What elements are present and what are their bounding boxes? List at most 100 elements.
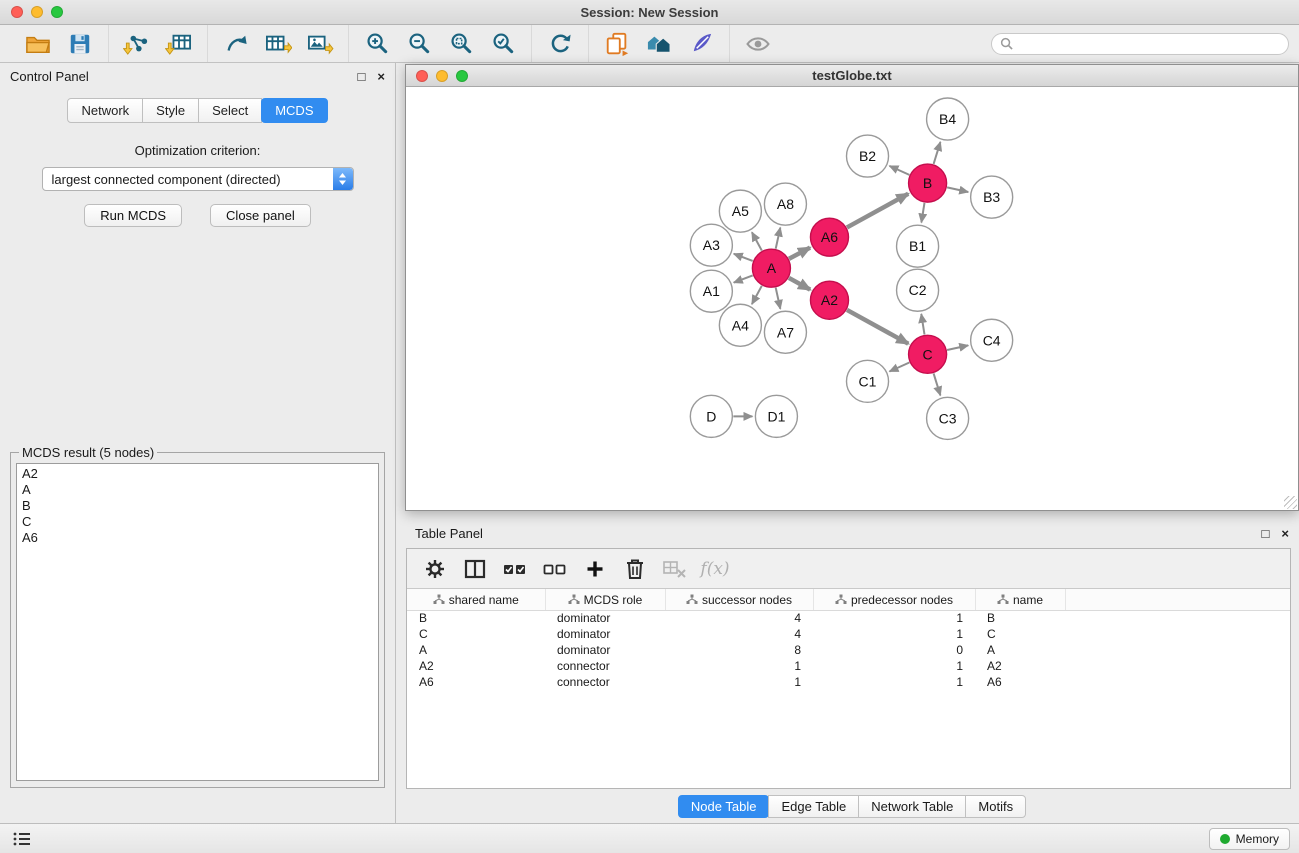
birds-eye-view-button[interactable] [737,28,779,60]
table-cell[interactable]: A6 [407,674,545,690]
mcds-result-item[interactable]: A6 [22,530,373,546]
table-cell[interactable]: dominator [545,626,665,642]
export-network-button[interactable] [215,28,257,60]
graph-node-A[interactable]: A [752,249,790,287]
column-header-MCDS-role[interactable]: MCDS role [545,589,665,610]
table-cell[interactable]: 8 [665,642,813,658]
table-cell[interactable]: C [407,626,545,642]
minimize-window-icon[interactable] [31,6,43,18]
network-canvas[interactable]: B4B2BB3A5A8A6A3B1AA1A2C2A4A7CC4C1C3DD1 [406,87,1298,510]
table-cell[interactable]: 4 [665,610,813,626]
graph-node-D[interactable]: D [690,395,732,437]
graph-edge-B-B3[interactable] [947,187,968,192]
close-network-window-icon[interactable] [416,70,428,82]
export-image-button[interactable] [299,28,341,60]
add-column-button[interactable] [581,555,609,583]
tab-edge-table[interactable]: Edge Table [768,795,859,818]
search-field[interactable] [991,33,1289,55]
delete-table-button[interactable] [661,555,689,583]
mcds-result-item[interactable]: A2 [22,466,373,482]
table-cell[interactable]: A6 [975,674,1065,690]
import-table-button[interactable] [158,28,200,60]
table-cell[interactable]: B [975,610,1065,626]
graph-edge-A-A2[interactable] [789,278,810,290]
window-resize-grip[interactable] [1284,496,1297,509]
search-input[interactable] [1018,37,1280,51]
graph-edge-C-C2[interactable] [921,314,924,335]
mcds-result-item[interactable]: B [22,498,373,514]
maximize-network-window-icon[interactable] [456,70,468,82]
graph-edge-A-A1[interactable] [734,275,753,282]
graph-node-C[interactable]: C [909,335,947,373]
graph-edge-A2-C[interactable] [847,310,908,344]
zoom-selected-button[interactable] [482,28,524,60]
close-panel-icon[interactable]: × [377,70,385,83]
tab-select[interactable]: Select [198,98,262,123]
graph-edge-C-C3[interactable] [934,373,941,395]
graph-edge-A-A5[interactable] [752,232,762,250]
float-table-panel-icon[interactable]: □ [1262,527,1270,540]
graph-node-A7[interactable]: A7 [764,311,806,353]
column-header-predecessor-nodes[interactable]: predecessor nodes [813,589,975,610]
graph-node-B[interactable]: B [909,164,947,202]
graph-edge-C-C4[interactable] [947,345,968,350]
zoom-out-button[interactable] [398,28,440,60]
maximize-window-icon[interactable] [51,6,63,18]
table-row[interactable]: Bdominator41B [407,610,1290,626]
close-table-panel-icon[interactable]: × [1281,527,1289,540]
table-row[interactable]: A2connector11A2 [407,658,1290,674]
graph-node-A5[interactable]: A5 [719,190,761,232]
graph-node-D1[interactable]: D1 [755,395,797,437]
close-panel-button[interactable]: Close panel [210,204,311,227]
graph-node-A4[interactable]: A4 [719,304,761,346]
graph-edge-A-A4[interactable] [752,286,762,304]
table-cell[interactable]: B [407,610,545,626]
graph-node-A2[interactable]: A2 [810,281,848,319]
mcds-result-list[interactable]: A2ABCA6 [16,463,379,781]
graph-node-C4[interactable]: C4 [971,319,1013,361]
tab-motifs[interactable]: Motifs [965,795,1026,818]
graph-edge-B-B1[interactable] [921,203,924,223]
graph-edge-A-A7[interactable] [776,288,781,309]
table-cell[interactable]: 1 [813,626,975,642]
table-cell[interactable]: A [407,642,545,658]
mcds-result-item[interactable]: A [22,482,373,498]
table-cell[interactable]: A2 [407,658,545,674]
show-columns-button[interactable] [461,555,489,583]
refresh-view-button[interactable] [539,28,581,60]
graph-node-A8[interactable]: A8 [764,183,806,225]
node-table[interactable]: shared nameMCDS rolesuccessor nodesprede… [407,589,1290,788]
table-cell[interactable]: A2 [975,658,1065,674]
run-mcds-button[interactable]: Run MCDS [84,204,182,227]
graph-node-A1[interactable]: A1 [690,270,732,312]
apply-style-button[interactable] [680,28,722,60]
function-builder-button[interactable]: f(x) [701,555,729,583]
graph-edge-C-C1[interactable] [889,363,909,372]
close-window-icon[interactable] [11,6,23,18]
graph-node-A3[interactable]: A3 [690,224,732,266]
column-header-shared-name[interactable]: shared name [407,589,545,610]
graph-node-B1[interactable]: B1 [897,225,939,267]
memory-button[interactable]: Memory [1209,828,1290,850]
graph-node-B4[interactable]: B4 [927,98,969,140]
column-header-name[interactable]: name [975,589,1065,610]
tab-network-table[interactable]: Network Table [858,795,966,818]
graph-node-C1[interactable]: C1 [846,360,888,402]
table-row[interactable]: Adominator80A [407,642,1290,658]
table-cell[interactable]: 1 [665,674,813,690]
graph-node-C2[interactable]: C2 [897,269,939,311]
graph-node-A6[interactable]: A6 [810,218,848,256]
table-row[interactable]: Cdominator41C [407,626,1290,642]
graph-edge-A-A3[interactable] [734,254,753,261]
table-settings-button[interactable] [421,555,449,583]
table-row[interactable]: A6connector11A6 [407,674,1290,690]
optimization-criterion-select[interactable]: largest connected component (directed) [42,167,354,191]
table-cell[interactable]: 1 [665,658,813,674]
tab-mcds[interactable]: MCDS [261,98,327,123]
graph-edge-A-A6[interactable] [789,248,810,259]
open-recent-session-button[interactable] [596,28,638,60]
mcds-result-item[interactable]: C [22,514,373,530]
graph-node-C3[interactable]: C3 [927,397,969,439]
table-cell[interactable]: 0 [813,642,975,658]
table-cell[interactable]: 1 [813,658,975,674]
